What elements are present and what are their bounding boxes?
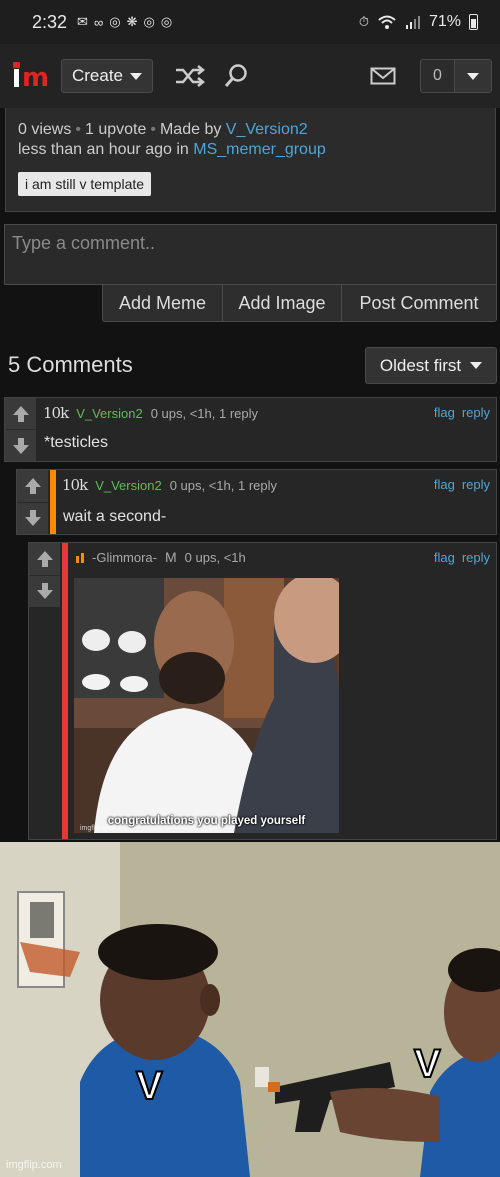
- template-picture: [0, 842, 500, 1177]
- image-posted: less than an hour ago in MS_memer_group: [18, 140, 483, 160]
- comment-actions: flag reply: [434, 405, 490, 420]
- comment-username[interactable]: V_Version2: [76, 406, 143, 421]
- reply-link[interactable]: reply: [462, 405, 490, 420]
- meme-watermark: imgflip.com: [80, 825, 116, 832]
- vote-controls: [5, 398, 36, 461]
- wifi-icon: [378, 15, 396, 29]
- arrow-down-icon: [36, 583, 53, 600]
- status-bar: 2:32 ✉ ∞ ◎ ❋ ◎ ◎ ⏱ 71%: [0, 0, 500, 44]
- status-notification-icons: ✉ ∞ ◎ ❋ ◎ ◎: [77, 14, 172, 30]
- stream-link[interactable]: MS_memer_group: [193, 141, 326, 158]
- user-badge: 10k: [43, 404, 69, 422]
- arrow-down-icon: [12, 437, 29, 454]
- comment-meta: 0 ups, <1h, 1 reply: [150, 405, 259, 421]
- reply-accent-bar: [62, 543, 68, 839]
- reply-link[interactable]: reply: [462, 477, 490, 492]
- chevron-down-icon: [467, 72, 479, 80]
- sort-dropdown[interactable]: Oldest first: [365, 347, 497, 384]
- voicemail-icon: ∞: [93, 14, 104, 30]
- user-badge: 10k: [62, 476, 88, 494]
- status-time: 2:32: [32, 11, 68, 32]
- shuffle-icon: [176, 65, 206, 87]
- user-gender: M: [165, 549, 177, 565]
- arrow-up-icon: [36, 550, 53, 567]
- top-navbar: m Create 0: [0, 44, 500, 108]
- messages-button[interactable]: [366, 61, 400, 91]
- comment-header: 10k V_Version2 0 ups, <1h, 1 reply: [43, 404, 258, 422]
- upvote-button[interactable]: [29, 543, 60, 576]
- create-label: Create: [71, 66, 124, 85]
- arrow-down-icon: [24, 510, 41, 527]
- comment-username[interactable]: V_Version2: [95, 478, 162, 493]
- add-image-button[interactable]: Add Image: [223, 285, 342, 321]
- label-left: V: [135, 1063, 164, 1109]
- image-stats: 0 views • 1 upvote • Made by V_Version2: [18, 121, 308, 138]
- reply-link[interactable]: reply: [462, 550, 490, 565]
- downvote-button[interactable]: [5, 430, 36, 461]
- posted-time: less than an hour ago in: [18, 141, 189, 158]
- comment-username[interactable]: -Glimmora-: [92, 550, 157, 565]
- pokeball-icon: ◎: [109, 14, 121, 29]
- upvote-count: 1 upvote: [84, 121, 147, 138]
- flag-link[interactable]: flag: [434, 405, 455, 420]
- comment-meme-image[interactable]: congratulations you played yourself imgf…: [74, 578, 339, 833]
- image-tag[interactable]: i am still v template: [18, 172, 152, 196]
- flag-link[interactable]: flag: [434, 550, 455, 565]
- search-button[interactable]: [219, 61, 253, 91]
- arrow-up-icon: [24, 477, 41, 494]
- sort-label: Oldest first: [379, 355, 462, 375]
- user-rank-icon: [76, 551, 84, 563]
- create-button[interactable]: Create: [61, 59, 153, 93]
- upvote-button[interactable]: [17, 470, 48, 503]
- alarm-icon: ⏱: [358, 14, 369, 29]
- shuffle-button[interactable]: [173, 61, 207, 91]
- settings-icon: ❋: [126, 14, 138, 29]
- downvote-button[interactable]: [29, 575, 60, 607]
- chevron-down-icon: [130, 72, 143, 80]
- image-meta-box: 0 views • 1 upvote • Made by V_Version2 less…: [5, 108, 496, 212]
- message-icon: ✉: [77, 14, 88, 29]
- meme-picture: [74, 578, 339, 833]
- comment-actions: flag reply: [434, 477, 490, 492]
- comment-actions: Add Meme Add Image Post Comment: [102, 284, 497, 322]
- reply-accent-bar: [50, 470, 56, 534]
- post-comment-button[interactable]: Post Comment: [342, 285, 496, 321]
- add-meme-button[interactable]: Add Meme: [103, 285, 223, 321]
- comment-text: wait a second-: [63, 508, 167, 525]
- made-by-label: Made by: [159, 121, 222, 138]
- pokeball-icon: ◎: [143, 14, 155, 29]
- downvote-button[interactable]: [17, 502, 48, 534]
- comments-count-title: 5 Comments: [8, 352, 133, 377]
- label-right: V: [413, 1041, 442, 1087]
- vote-controls: [29, 543, 60, 607]
- battery-percent: 71%: [428, 13, 461, 30]
- comment-header: 10k V_Version2 0 ups, <1h, 1 reply: [62, 476, 277, 494]
- comment-item: 10k V_Version2 0 ups, <1h, 1 reply flag …: [4, 397, 497, 462]
- search-icon: [224, 64, 247, 87]
- flag-link[interactable]: flag: [434, 477, 455, 492]
- comment-input[interactable]: [4, 224, 497, 285]
- signal-icon: [405, 16, 420, 29]
- vote-controls: [17, 470, 48, 534]
- notification-dropdown[interactable]: [454, 59, 492, 93]
- status-system-icons: ⏱ 71%: [359, 13, 478, 31]
- comment-actions: flag reply: [434, 550, 490, 565]
- mail-icon: [370, 67, 396, 85]
- imgflip-logo[interactable]: m: [12, 61, 49, 91]
- comment-header: -Glimmora- M 0 ups, <1h: [76, 549, 246, 565]
- battery-icon: [469, 14, 478, 30]
- view-count: 0 views: [18, 121, 72, 138]
- chevron-down-icon: [470, 362, 483, 369]
- arrow-up-icon: [12, 405, 29, 422]
- comment-text: *testicles: [44, 434, 109, 451]
- author-link[interactable]: V_Version2: [226, 121, 308, 138]
- template-watermark: imgflip.com: [6, 1159, 62, 1171]
- template-image[interactable]: V V imgflip.com: [0, 842, 500, 1177]
- comment-item: 10k V_Version2 0 ups, <1h, 1 reply flag …: [16, 469, 497, 535]
- notification-count[interactable]: 0: [420, 59, 454, 93]
- comment-meta: 0 ups, <1h: [184, 549, 246, 565]
- upvote-button[interactable]: [5, 398, 36, 430]
- comment-meta: 0 ups, <1h, 1 reply: [169, 477, 278, 493]
- pokeball-icon: ◎: [160, 14, 173, 29]
